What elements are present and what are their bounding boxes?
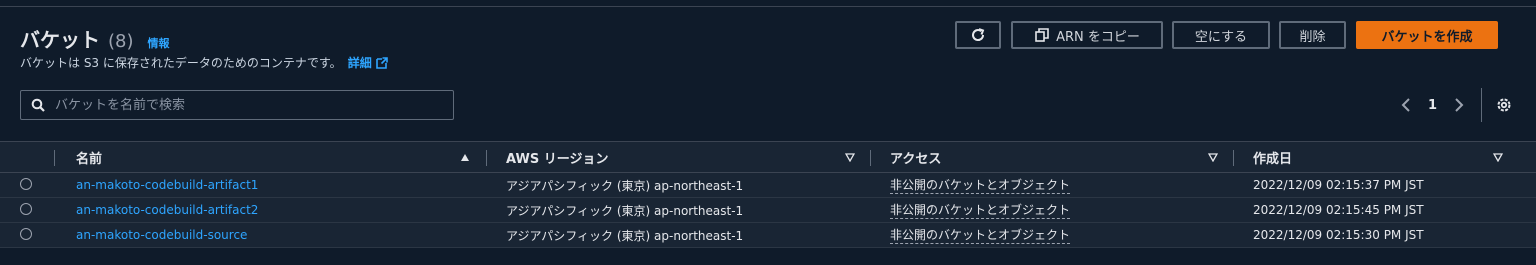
bucket-name-link[interactable]: an-makoto-codebuild-artifact2 [76,198,258,222]
page-title: バケット (8) 情報 [20,24,170,53]
search-box [20,90,454,120]
create-bucket-button[interactable]: バケットを作成 [1356,21,1498,49]
pager-divider [1481,88,1482,122]
sort-icon[interactable] [1493,152,1503,162]
pagination: 1 [1398,88,1512,122]
bucket-access[interactable]: 非公開のバケットとオブジェクト [890,223,1071,247]
bucket-access[interactable]: 非公開のバケットとオブジェクト [890,173,1071,197]
bucket-created: 2022/12/09 02:15:45 PM JST [1253,203,1424,217]
page-description: バケットは S3 に保存されたデータのためのコンテナです。 詳細 [20,54,388,71]
top-divider [0,0,1536,7]
column-separator [870,150,871,166]
bucket-name-link[interactable]: an-makoto-codebuild-source [76,223,247,247]
create-label: バケットを作成 [1381,29,1473,45]
sort-icon[interactable] [1208,152,1218,162]
empty-label: 空にする [1194,29,1248,45]
settings-button[interactable] [1496,97,1512,113]
bucket-access[interactable]: 非公開のバケットとオブジェクト [890,198,1071,222]
row-select-radio[interactable] [20,203,32,215]
delete-button[interactable]: 削除 [1279,21,1346,49]
column-separator [1233,150,1234,166]
column-header-name[interactable]: 名前 [76,142,102,172]
bucket-count: (8) [108,31,134,52]
search-icon [31,98,45,112]
bucket-name-link[interactable]: an-makoto-codebuild-artifact1 [76,173,258,197]
column-separator [54,150,55,166]
chevron-right-icon [1455,98,1464,112]
search-input[interactable] [53,96,437,114]
previous-page-button[interactable] [1398,97,1414,113]
table-header: 名前 AWS リージョン アクセス 作成日 [0,141,1536,173]
column-separator [486,150,487,166]
copy-arn-button[interactable]: ARN をコピー [1011,21,1163,49]
access-text: 非公開のバケットとオブジェクト [890,202,1071,219]
column-header-created[interactable]: 作成日 [1253,142,1292,172]
buckets-panel: バケット (8) 情報 バケットは S3 に保存されたデータのためのコンテナです… [0,7,1536,265]
bucket-region: アジアパシフィック (東京) ap-northeast-1 [506,228,744,243]
external-link-icon [375,56,388,69]
details-link-label: 詳細 [347,56,372,70]
bucket-created: 2022/12/09 02:15:37 PM JST [1253,178,1424,192]
copy-arn-label: ARN をコピー [1056,29,1140,45]
refresh-button[interactable] [955,21,1001,49]
copy-icon [1035,28,1049,42]
access-text: 非公開のバケットとオブジェクト [890,177,1071,194]
bucket-region: アジアパシフィック (東京) ap-northeast-1 [506,203,744,218]
sort-ascending-icon[interactable] [460,152,470,162]
table-row[interactable]: an-makoto-codebuild-artifact1 アジアパシフィック … [0,173,1536,198]
delete-label: 削除 [1299,29,1326,45]
sort-icon[interactable] [845,152,855,162]
empty-bucket-button[interactable]: 空にする [1172,21,1270,49]
gear-icon [1497,98,1511,112]
details-link[interactable]: 詳細 [348,54,388,71]
row-select-radio[interactable] [20,228,32,240]
refresh-icon [972,28,985,41]
chevron-left-icon [1401,98,1410,112]
column-header-access[interactable]: アクセス [890,142,941,172]
access-text: 非公開のバケットとオブジェクト [890,227,1071,244]
next-page-button[interactable] [1451,97,1467,113]
table-row[interactable]: an-makoto-codebuild-artifact2 アジアパシフィック … [0,198,1536,223]
table-row[interactable]: an-makoto-codebuild-source アジアパシフィック (東京… [0,223,1536,248]
description-text: バケットは S3 に保存されたデータのためのコンテナです。 [20,56,342,70]
title-text: バケット [20,28,100,52]
bucket-created: 2022/12/09 02:15:30 PM JST [1253,228,1424,242]
bucket-region: アジアパシフィック (東京) ap-northeast-1 [506,178,744,193]
info-link[interactable]: 情報 [148,35,170,51]
row-select-radio[interactable] [20,178,32,190]
column-header-region[interactable]: AWS リージョン [506,142,608,172]
current-page[interactable]: 1 [1428,98,1437,113]
